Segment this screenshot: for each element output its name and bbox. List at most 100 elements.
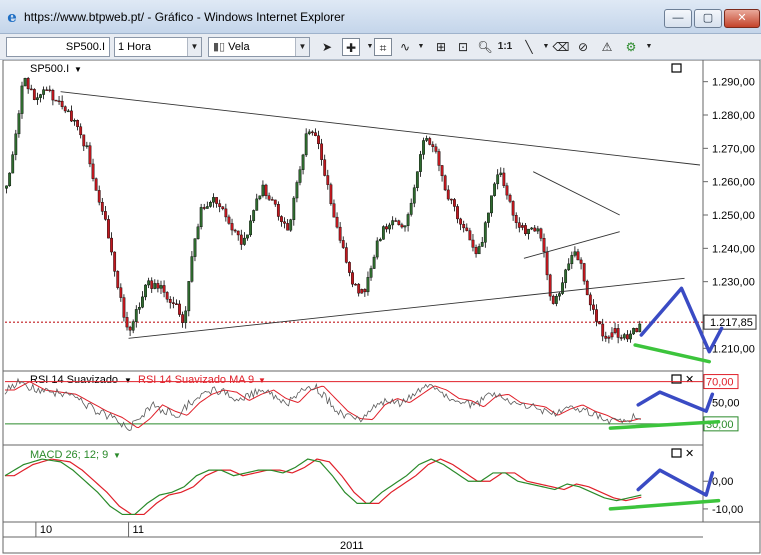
candle-body [26, 78, 30, 90]
candle-body [165, 292, 169, 300]
candle-body [385, 226, 388, 230]
candle-body [73, 120, 76, 122]
candle-body [480, 242, 484, 247]
grid-toggle-icon[interactable]: ⌗ [374, 38, 392, 56]
candle-body [209, 202, 212, 207]
candle-body [465, 227, 469, 231]
candle-body [496, 174, 500, 185]
pointer-tool-icon[interactable]: ➤ [318, 38, 336, 56]
chart-area[interactable]: SP500.I ▼ RSI 14 Suavizado ▼ RSI 14 Suav… [0, 59, 761, 555]
candle-body [88, 145, 92, 165]
candle-body [601, 323, 605, 337]
candle-body [320, 143, 324, 160]
chevron-down-icon[interactable]: ▼ [258, 376, 266, 385]
candle-body [23, 78, 27, 87]
candle-body [32, 89, 36, 100]
candle-body [212, 197, 215, 203]
candle-body [462, 224, 466, 229]
line-draw-icon[interactable]: ╲ [520, 38, 538, 56]
settings-icon[interactable]: ⚙ [622, 38, 640, 56]
candle-body [255, 198, 259, 211]
alert-icon[interactable]: ⚠ [598, 38, 616, 56]
rsi-level-label: 70,00 [706, 377, 734, 389]
candle-body [344, 247, 348, 263]
close-panel-icon[interactable]: ✕ [685, 374, 694, 386]
candle-body [483, 222, 487, 243]
candle-body [564, 269, 568, 283]
candle-body [338, 226, 342, 241]
interval-select[interactable]: 1 Hora ▼ [114, 37, 202, 57]
chart-toolbar: SP500.I 1 Hora ▼ ▮▯ Vela ▼ ➤ ✚ ▼ ⌗ ∿ ▼ ⊞… [0, 34, 761, 60]
candle-body [295, 182, 299, 199]
candle-body [113, 251, 117, 272]
price-panel-title[interactable]: SP500.I [30, 63, 69, 75]
candle-body [585, 280, 589, 296]
close-button[interactable]: ✕ [724, 9, 760, 28]
chart-canvas[interactable]: SP500.I ▼ RSI 14 Suavizado ▼ RSI 14 Suav… [0, 59, 761, 555]
chevron-down-icon[interactable]: ▼ [74, 65, 82, 74]
maximize-button[interactable]: ▢ [694, 9, 722, 28]
candle-body [595, 309, 598, 322]
chart-type-select[interactable]: ▮▯ Vela ▼ [208, 37, 310, 57]
chevron-down-icon[interactable]: ▼ [113, 451, 121, 460]
candle-body [171, 302, 175, 304]
candle-body [153, 283, 157, 289]
candle-body [190, 256, 194, 282]
candle-body [39, 94, 42, 98]
candle-body [100, 202, 104, 212]
scale-one-to-one-button[interactable]: 1:1 [496, 38, 514, 56]
zoom-icon[interactable]: 🔍︎ [476, 38, 494, 56]
eraser-icon[interactable]: ⌫ [552, 38, 570, 56]
candle-body [412, 187, 416, 204]
candle-body [579, 259, 583, 264]
candle-body [511, 201, 515, 216]
candle-body [181, 314, 185, 323]
candle-body [487, 212, 490, 223]
chevron-down-icon[interactable]: ▼ [124, 376, 132, 385]
candle-body [446, 189, 450, 200]
symbol-value: SP500.I [65, 41, 105, 53]
rsi-ma-title[interactable]: RSI 14 Suavizado MA 9 [138, 374, 254, 386]
candle-body [616, 328, 620, 338]
chevron-down-icon[interactable]: ▼ [640, 38, 658, 56]
candle-body [202, 207, 206, 209]
candle-body [239, 234, 243, 245]
internet-explorer-icon: e [7, 8, 17, 26]
candle-body [592, 304, 595, 310]
candle-body [301, 154, 305, 170]
candle-body [335, 216, 339, 228]
delete-drawing-icon[interactable]: ⊘ [574, 38, 592, 56]
price-tick-label: 1.250,00 [712, 210, 755, 222]
candle-body [144, 284, 147, 298]
add-indicator-icon[interactable]: ⊞ [432, 38, 450, 56]
rsi-panel-title[interactable]: RSI 14 Suavizado [30, 374, 118, 386]
candle-body [227, 216, 231, 224]
candle-body [107, 219, 110, 239]
candle-body [533, 227, 537, 232]
add-window-icon[interactable]: ⊡ [454, 38, 472, 56]
minimize-button[interactable]: — [664, 9, 692, 28]
price-tick-label: 1.240,00 [712, 243, 755, 255]
candle-body [551, 295, 555, 304]
candle-body [187, 281, 191, 312]
crosshair-tool-icon[interactable]: ✚ [342, 38, 360, 56]
symbol-field[interactable]: SP500.I [6, 37, 110, 57]
candle-body [545, 251, 549, 276]
chevron-down-icon[interactable]: ▼ [412, 38, 430, 56]
candle-body [326, 175, 330, 185]
candle-body [400, 224, 404, 228]
candle-body [267, 195, 271, 200]
candle-body [567, 263, 571, 271]
candle-body [348, 262, 351, 273]
candle-body [184, 310, 188, 323]
close-panel-icon[interactable]: ✕ [685, 448, 694, 460]
candle-body [116, 271, 120, 288]
candle-body [490, 195, 493, 214]
candle-body [419, 154, 422, 172]
candle-body [453, 199, 456, 207]
candle-body [524, 225, 527, 235]
candle-body [159, 285, 163, 289]
chart-type-value: Vela [228, 41, 250, 53]
candle-body [317, 135, 320, 145]
candle-body [536, 228, 540, 232]
